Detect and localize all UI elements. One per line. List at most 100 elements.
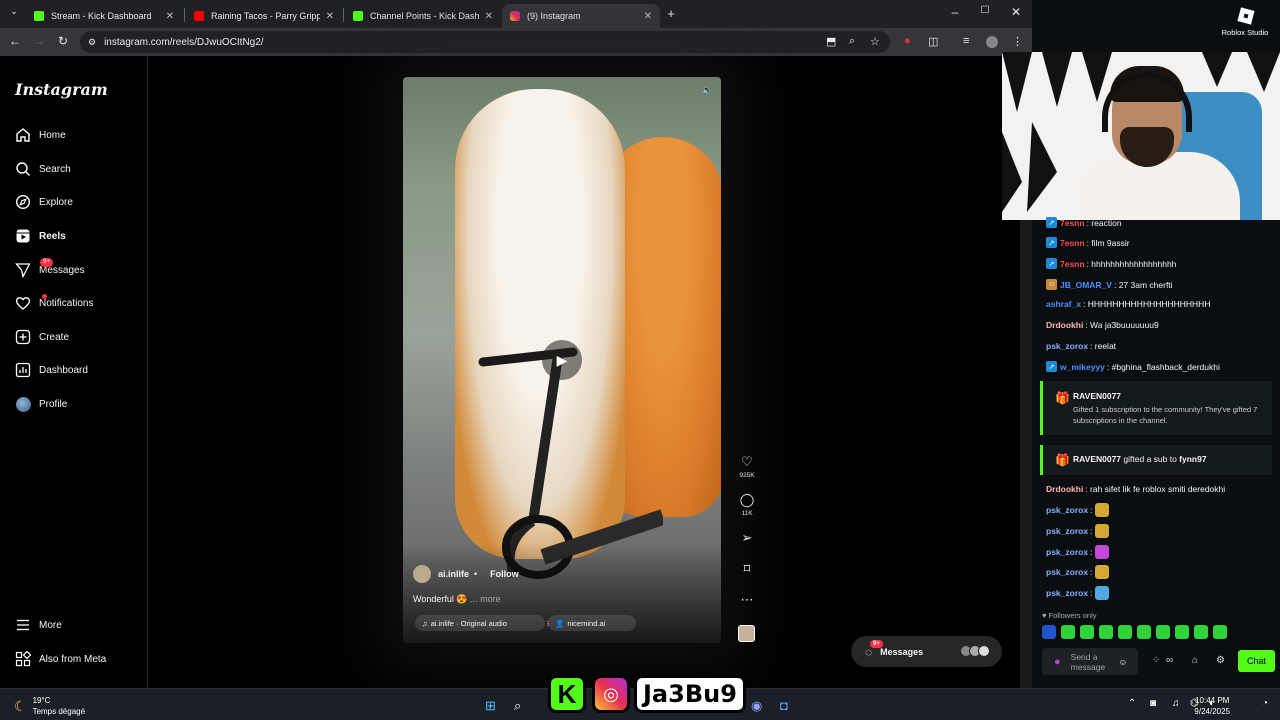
back-icon[interactable]: ← <box>7 34 23 48</box>
site-info-icon[interactable]: ⚙ <box>88 37 96 48</box>
chat-username[interactable]: psk_zorox <box>1046 341 1088 351</box>
mute-icon[interactable]: 🔈 <box>702 85 713 96</box>
tray-discord-icon[interactable]: ◙ <box>1150 698 1156 709</box>
nav-explore[interactable]: Explore <box>14 190 73 214</box>
chat-username[interactable]: Drdookhi <box>1046 320 1083 330</box>
reload-icon[interactable]: ↻ <box>55 34 71 48</box>
app-taskbar-icon[interactable]: ◘ <box>780 698 788 713</box>
emote-icon[interactable] <box>1118 625 1132 639</box>
like-button[interactable]: ♡ 925K <box>736 454 758 479</box>
share-button[interactable]: ➢ <box>736 530 758 546</box>
tab-search-icon[interactable]: ⌄ <box>6 6 22 17</box>
chat-username[interactable]: ashraf_x <box>1046 299 1081 309</box>
emote-icon[interactable] <box>1099 625 1113 639</box>
notification-bell-icon[interactable]: ◔ <box>1262 698 1268 709</box>
browser-menu-icon[interactable]: ⋮ <box>1012 35 1023 48</box>
nav-reels[interactable]: Reels <box>14 224 66 248</box>
emote-icon[interactable] <box>1194 625 1208 639</box>
emoji-icon[interactable]: ☺ <box>1119 657 1128 667</box>
emote-icon[interactable] <box>1213 625 1227 639</box>
tray-expand-icon[interactable]: ⌃ <box>1128 698 1136 709</box>
close-tab-icon[interactable]: ✕ <box>166 11 174 22</box>
chat-username[interactable]: 7esnn <box>1060 259 1085 269</box>
nav-messages[interactable]: 9+ Messages <box>14 258 85 282</box>
caption-more-link[interactable]: ... more <box>470 594 501 604</box>
tab-kick-stream[interactable]: Stream - Kick Dashboard ✕ <box>26 4 182 28</box>
tab-instagram[interactable]: (9) Instagram ✕ <box>502 4 660 28</box>
nav-also-from-meta[interactable]: Also from Meta <box>14 647 106 671</box>
nav-search[interactable]: Search <box>14 157 71 181</box>
close-tab-icon[interactable]: ✕ <box>326 11 334 22</box>
emote-quickbar[interactable] <box>1042 625 1274 641</box>
system-clock[interactable]: 10:44 PM 9/24/2025 <box>1194 695 1230 717</box>
roblox-studio-icon[interactable] <box>1236 6 1256 26</box>
instagram-logo[interactable]: Instagram <box>15 80 108 99</box>
emote-icon[interactable] <box>1042 625 1056 639</box>
minimize-icon[interactable]: – <box>947 5 963 19</box>
nav-notifications[interactable]: Notifications <box>14 291 93 315</box>
reel-video[interactable]: 🔈 ▶ ai.inlife • Follow Wonderful 😍 ... m… <box>403 77 721 643</box>
audio-chip[interactable]: ♫ ai.inlife · Original audio <box>415 615 545 631</box>
chat-username[interactable]: psk_zorox <box>1046 547 1088 557</box>
nav-home[interactable]: Home <box>14 123 66 147</box>
author-avatar[interactable] <box>413 565 431 583</box>
new-tab-icon[interactable]: + <box>663 6 679 21</box>
close-tab-icon[interactable]: ✕ <box>644 11 652 22</box>
settings-gear-icon[interactable]: ⚙ <box>1216 655 1225 666</box>
discord-taskbar-icon[interactable]: ◉ <box>751 698 762 714</box>
install-app-icon[interactable]: ⬒ <box>826 35 836 48</box>
chat-username[interactable]: psk_zorox <box>1046 505 1088 515</box>
tab-kick-channel-points[interactable]: Channel Points - Kick Dashboard ✕ <box>345 4 501 28</box>
nav-dashboard[interactable]: Dashboard <box>14 358 88 382</box>
play-icon[interactable]: ▶ <box>542 340 582 380</box>
chat-username[interactable]: 7esnn <box>1060 218 1085 228</box>
emote-icon[interactable] <box>1061 625 1075 639</box>
gifter-name[interactable]: RAVEN0077 <box>1073 391 1121 401</box>
media-control-icon[interactable]: ≡ <box>963 35 969 47</box>
chat-username[interactable]: JB_OMAR_V <box>1060 280 1112 290</box>
chat-username[interactable]: 7esnn <box>1060 238 1085 248</box>
extension-icon[interactable]: ● <box>904 35 911 47</box>
nav-more[interactable]: More <box>14 613 62 637</box>
chat-username[interactable]: w_mikeyyy <box>1060 362 1105 372</box>
extensions-puzzle-icon[interactable]: ◫ <box>928 35 938 48</box>
weather-widget[interactable]: ☾ 19°C Temps dégagé <box>14 695 85 717</box>
chat-send-button[interactable]: Chat <box>1238 650 1275 672</box>
chat-users-icon[interactable]: ⁘ <box>1152 655 1160 666</box>
tab-youtube[interactable]: Raining Tacos - Parry Gripp & B ✕ <box>186 4 342 28</box>
microphone-icon[interactable]: ● <box>1054 656 1061 667</box>
emote-icon[interactable] <box>1175 625 1189 639</box>
recipient-name[interactable]: fynn97 <box>1179 454 1206 464</box>
messages-pill[interactable]: ◌ 9+ Messages <box>851 636 1002 667</box>
emote-icon[interactable] <box>1156 625 1170 639</box>
maximize-icon[interactable]: ☐ <box>977 5 993 16</box>
chat-link-icon[interactable]: ∞ <box>1166 655 1173 666</box>
taskbar-search-icon[interactable]: ⌕ <box>514 698 521 714</box>
more-options-button[interactable]: ⋯ <box>736 592 758 608</box>
gifter-name[interactable]: RAVEN0077 <box>1073 454 1121 464</box>
emote-icon[interactable] <box>1137 625 1151 639</box>
follow-button[interactable]: Follow <box>490 569 519 579</box>
bookmark-star-icon[interactable]: ☆ <box>870 35 880 48</box>
tray-mic-icon[interactable]: ♫ <box>1172 698 1180 709</box>
close-window-icon[interactable]: ✕ <box>1008 5 1024 19</box>
close-tab-icon[interactable]: ✕ <box>485 11 493 22</box>
profile-avatar-icon[interactable] <box>986 36 998 48</box>
zoom-icon[interactable]: ⌕ <box>849 35 855 48</box>
send-message-input[interactable]: ● Send a message ☺ <box>1042 648 1138 675</box>
chat-username[interactable]: psk_zorox <box>1046 588 1088 598</box>
address-bar[interactable]: ⚙ instagram.com/reels/DJwuOCItNg2/ <box>80 31 890 53</box>
tagged-user-chip[interactable]: 👤 nicemind.ai <box>548 615 636 631</box>
emote-icon[interactable] <box>1080 625 1094 639</box>
chat-username[interactable]: psk_zorox <box>1046 526 1088 536</box>
chat-username[interactable]: psk_zorox <box>1046 567 1088 577</box>
nav-create[interactable]: Create <box>14 325 69 349</box>
author-name[interactable]: ai.inlife <box>438 569 469 579</box>
nav-profile[interactable]: Profile <box>14 392 67 416</box>
store-icon[interactable]: ⌂ <box>1192 655 1198 666</box>
save-button[interactable]: ⌑ <box>736 561 758 577</box>
forward-icon[interactable]: → <box>31 34 47 48</box>
windows-start-icon[interactable]: ⊞ <box>485 698 496 714</box>
comment-button[interactable]: ◯ 11K <box>736 492 758 517</box>
chat-username[interactable]: Drdookhi <box>1046 484 1083 494</box>
